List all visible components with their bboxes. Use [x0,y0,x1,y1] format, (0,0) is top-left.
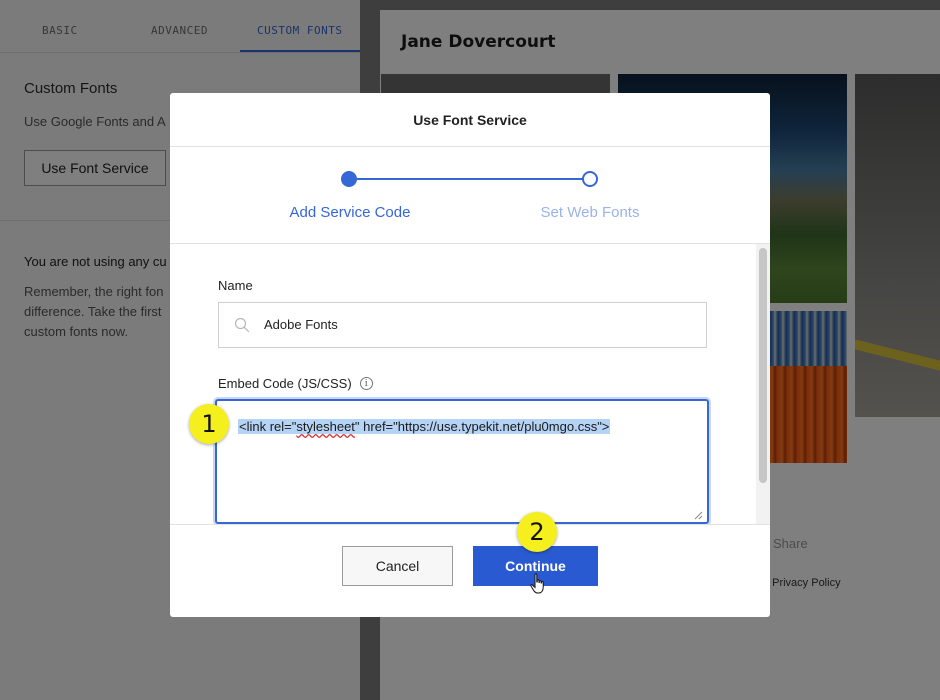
stepper-line [350,178,590,180]
annotation-badge-2: 2 [517,512,557,552]
dialog-title: Use Font Service [170,93,770,147]
stepper: Add Service Code Set Web Fonts [170,147,770,244]
name-label: Name [218,278,253,293]
resize-handle-icon[interactable] [694,511,703,520]
embed-code-textarea[interactable]: <link rel="stylesheet" href="https://use… [215,399,709,524]
hand-cursor-icon [530,573,544,594]
step-set-web-fonts: Set Web Fonts [540,204,640,221]
use-font-service-dialog: Use Font Service Add Service Code Set We… [170,93,770,617]
embed-code-part-2: " href="https://use.typekit.net/plu0mgo.… [354,419,610,434]
dialog-scrollbar[interactable] [756,244,770,524]
cancel-button[interactable]: Cancel [342,546,453,586]
embed-code-selected-text: <link rel="stylesheet" href="https://use… [238,419,611,434]
scrollbar-thumb[interactable] [759,248,767,483]
embed-code-label: Embed Code (JS/CSS) i [218,376,373,391]
embed-code-part-1: <link rel=" [239,419,297,434]
dialog-body: Name Adobe Fonts Embed Code (JS/CSS) i <… [170,244,770,524]
name-value: Adobe Fonts [264,317,338,332]
dialog-footer: Cancel Continue [170,524,770,617]
step-add-service-code: Add Service Code [289,204,411,221]
search-icon [234,317,250,333]
name-field[interactable]: Adobe Fonts [218,302,707,348]
embed-code-label-text: Embed Code (JS/CSS) [218,376,352,391]
step-2-dot [582,171,598,187]
info-icon[interactable]: i [359,377,373,390]
spellcheck-underlined-word: stylesheet [296,419,355,434]
step-1-dot [341,171,357,187]
annotation-badge-1: 1 [189,404,229,444]
